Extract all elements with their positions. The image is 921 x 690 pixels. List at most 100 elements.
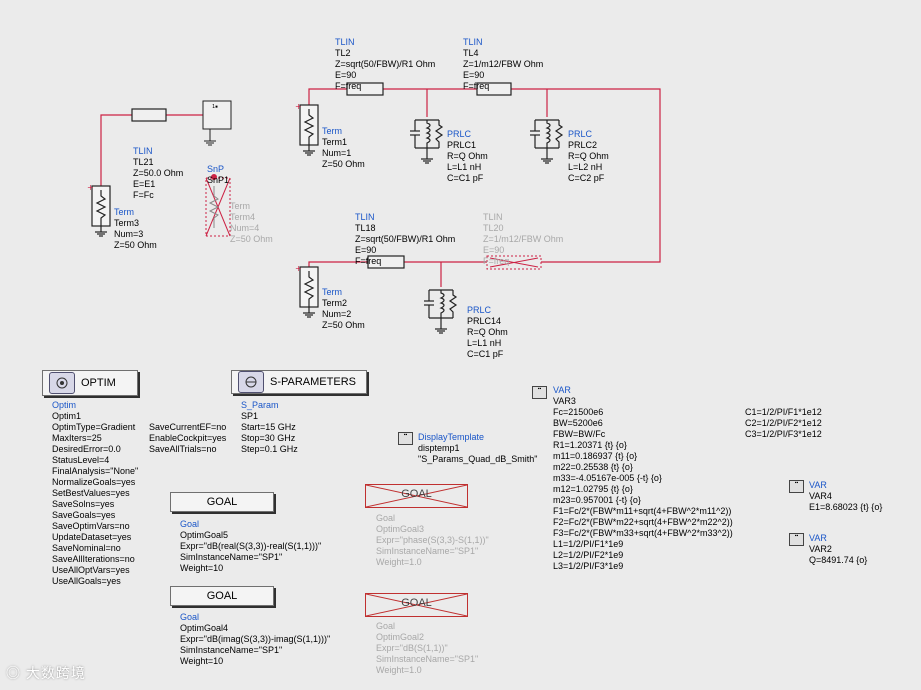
sparam-params: S_Param SP1 Start=15 GHz Stop=30 GHz Step=0.… [241, 400, 298, 455]
term1-label: Term Term1 Num=1 Z=50 Ohm [322, 126, 365, 169]
text-line: Weight=10 [180, 656, 224, 666]
goal3-params: Goal OptimGoal3 Expr="phase(S(3,3)-S(1,1))… [376, 513, 489, 568]
text-line: UseAllOptVars=yes [52, 565, 130, 575]
var4-icon: ▪▪ [789, 480, 804, 493]
text-line: Optim1 [52, 411, 82, 421]
text-line: EnableCockpit=yes [149, 433, 227, 443]
goal4-params: Goal OptimGoal4 Expr="dB(imag(S(3,3))-imag… [180, 612, 330, 667]
prlc1-label: PRLC PRLC1 R=Q Ohm L=L1 nH C=C1 pF [447, 129, 488, 183]
text-line: Optim [52, 400, 77, 410]
text-line: SimInstanceName="SP1" [376, 654, 479, 664]
text-line: Step=0.1 GHz [241, 444, 298, 454]
goal3-title: GOAL [401, 488, 432, 500]
text-line: OptimGoal5 [180, 530, 229, 540]
sparam-title: S-PARAMETERS [270, 376, 356, 388]
text-line: OptimGoal3 [376, 524, 425, 534]
watermark-logo-icon: ◎ [6, 665, 26, 681]
text-line: SP1 [241, 411, 259, 421]
goal2-params: Goal OptimGoal2 Expr="dB(S(1,1))" SimInstan… [376, 621, 478, 676]
goal5-params: Goal OptimGoal5 Expr="dB(real(S(3,3))-real… [180, 519, 321, 574]
tl20-label: TLIN TL20 Z=1/m12/FBW Ohm E=90 F=freq [483, 212, 564, 266]
prlc14-label: PRLC PRLC14 R=Q Ohm L=L1 nH C=C1 pF [467, 305, 508, 359]
text-line: SaveNominal=no [52, 543, 121, 553]
text-line: SaveSolns=yes [52, 499, 115, 509]
tl2-label: TLIN TL2 Z=sqrt(50/FBW)/R1 Ohm E=90 F=freq [335, 37, 436, 91]
goal3-block-disabled[interactable]: GOAL [365, 484, 468, 508]
snp1-symbol[interactable]: 1▪ [202, 100, 232, 146]
text-line: Weight=1.0 [376, 665, 422, 675]
text-line: VAR [809, 480, 827, 490]
optim-params: Optim Optim1 OptimType=Gradient MaxIters=25… [52, 400, 138, 587]
prlc14-symbol[interactable] [424, 289, 458, 334]
text-line: m33=-4.05167e-005 {-t} {o} [553, 473, 662, 483]
text-line: FBW=BW/Fc [553, 429, 606, 439]
var2-equations[interactable]: VAR VAR2 Q=8491.74 {o} [809, 533, 867, 566]
text-line: Start=15 GHz [241, 422, 296, 432]
goal2-title: GOAL [401, 597, 432, 609]
text-line: SaveOptimVars=no [52, 521, 130, 531]
text-line: NormalizeGoals=yes [52, 477, 136, 487]
var4-equations[interactable]: VAR VAR4 E1=8.68023 {t} {o} [809, 480, 882, 513]
text-line: VAR [553, 385, 571, 395]
text-line: disptemp1 [418, 443, 460, 453]
sparam-icon [238, 371, 264, 393]
prlc1-symbol[interactable] [410, 119, 444, 164]
prlc2-label: PRLC PRLC2 R=Q Ohm L=L2 nH C=C2 pF [568, 129, 609, 183]
text-line: E1=8.68023 {t} {o} [809, 502, 883, 512]
term3-label: Term Term3 Num=3 Z=50 Ohm [114, 207, 157, 250]
term2-label: Term Term2 Num=2 Z=50 Ohm [322, 287, 365, 330]
var3-icon: ▪▪ [532, 386, 547, 399]
text-line: SimInstanceName="SP1" [180, 645, 283, 655]
text-line: StatusLevel=4 [52, 455, 110, 465]
var3-equations-col2[interactable]: C1=1/2/PI/F1*1e12 C2=1/2/PI/F2*1e12 C3=1/2… [745, 407, 822, 440]
tl18-label: TLIN TL18 Z=sqrt(50/FBW)/R1 Ohm E=90 F=freq [355, 212, 456, 266]
snp1-label: SnP SnP1 [207, 164, 230, 185]
var3-equations[interactable]: VAR VAR3 Fc=21500e6 BW=5200e6 FBW=BW/Fc R1=1.… [553, 385, 733, 572]
text-line: Fc=21500e6 [553, 407, 604, 417]
term1-symbol[interactable]: + [295, 102, 319, 156]
text-line: Weight=10 [180, 563, 224, 573]
display-template-label[interactable]: DisplayTemplate disptemp1 "S_Params_Quad_d… [418, 432, 537, 465]
text-line: VAR [809, 533, 827, 543]
svg-text:+: + [87, 183, 94, 192]
sparam-controller[interactable]: S-PARAMETERS [231, 370, 367, 394]
term4-label: Term Term4 Num=4 Z=50 Ohm [230, 201, 273, 244]
text-line: C3=1/2/PI/F3*1e12 [745, 429, 822, 439]
text-line: SaveAllTrials=no [149, 444, 217, 454]
svg-text:1▪: 1▪ [212, 104, 218, 110]
text-line: DesiredError=0.0 [52, 444, 121, 454]
text-line: SaveAllIterations=no [52, 554, 135, 564]
term2-symbol[interactable]: + [295, 264, 319, 318]
goal5-block[interactable]: GOAL [170, 492, 274, 512]
prlc2-symbol[interactable] [530, 119, 564, 164]
text-line: UseAllGoals=yes [52, 576, 121, 586]
text-line: Q=8491.74 {o} [809, 555, 868, 565]
tl21-symbol[interactable] [131, 108, 167, 122]
text-line: OptimType=Gradient [52, 422, 136, 432]
svg-text:+: + [295, 264, 302, 273]
text-line: m23=0.957001 {-t} {o} [553, 495, 641, 505]
text-line: SetBestValues=yes [52, 488, 130, 498]
text-line: S_Param [241, 400, 279, 410]
term3-symbol[interactable]: + [87, 183, 111, 237]
text-line: m12=1.02795 {t} {o} [553, 484, 633, 494]
goal4-block[interactable]: GOAL [170, 586, 274, 606]
text-line: R1=1.20371 {t} {o} [553, 440, 627, 450]
tl4-label: TLIN TL4 Z=1/m12/FBW Ohm E=90 F=freq [463, 37, 544, 91]
text-line: m11=0.186937 {t} {o} [553, 451, 638, 461]
text-line: F3=Fc/2*(FBW*m33+sqrt(4+FBW^2*m33^2)) [553, 528, 733, 538]
text-line: OptimGoal4 [180, 623, 229, 633]
text-line: VAR3 [553, 396, 576, 406]
text-line: SaveGoals=yes [52, 510, 116, 520]
svg-text:+: + [295, 102, 302, 111]
text-line: L2=1/2/PI/F2*1e9 [553, 550, 624, 560]
var2-icon: ▪▪ [789, 533, 804, 546]
text-line: L1=1/2/PI/F1*1e9 [553, 539, 624, 549]
optim-controller[interactable]: OPTIM [42, 370, 138, 396]
text-line: m22=0.25538 {t} {o} [553, 462, 633, 472]
watermark: ◎ 大数跨境 [6, 665, 86, 681]
goal2-block-disabled[interactable]: GOAL [365, 593, 468, 617]
text-line: Stop=30 GHz [241, 433, 296, 443]
text-line: VAR4 [809, 491, 832, 501]
text-line: VAR2 [809, 544, 832, 554]
